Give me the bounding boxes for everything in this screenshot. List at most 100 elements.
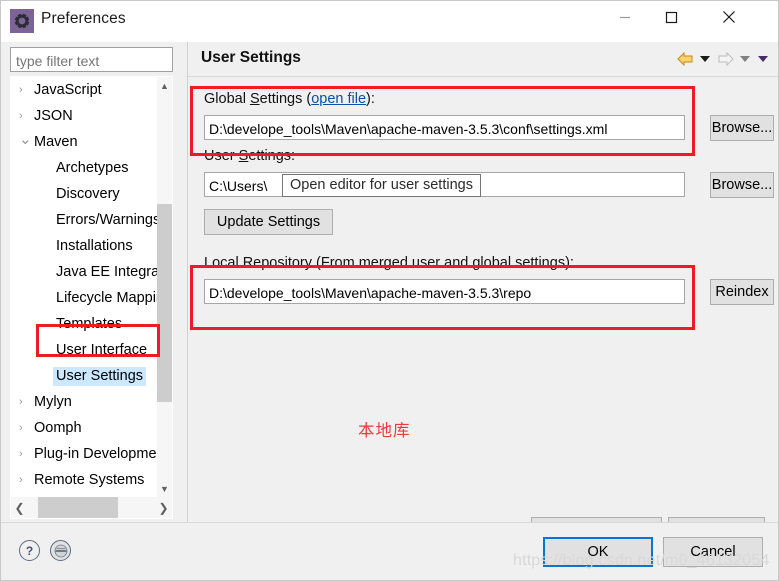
watermark-text: https://blog.csdn.net/m0_46132054	[513, 552, 770, 569]
tree-items-container: › JavaScript › JSON ⌄ Maven Archetypes Discov…	[11, 77, 159, 497]
vertical-scroll-thumb[interactable]	[157, 204, 172, 402]
sidebar-item-label: User Settings	[53, 366, 147, 386]
chevron-down-icon	[700, 55, 710, 62]
global-settings-label: Global Settings (open file):	[204, 91, 375, 107]
update-settings-button[interactable]: Update Settings	[204, 209, 333, 235]
sidebar-item-remote-systems[interactable]: › Remote Systems	[11, 467, 159, 493]
sidebar-item-mylyn[interactable]: › Mylyn	[11, 389, 159, 415]
view-menu-dropdown[interactable]	[755, 49, 771, 69]
sidebar-item-label: Mylyn	[34, 394, 72, 410]
settings-content: Global Settings (open file): Browse... U…	[188, 78, 778, 544]
global-settings-input[interactable]	[204, 115, 685, 140]
scroll-down-icon[interactable]: ▼	[157, 480, 172, 497]
reindex-button[interactable]: Reindex	[710, 279, 774, 305]
annotation-chinese-note: 本地库	[358, 421, 411, 440]
window-title: Preferences	[41, 10, 126, 27]
sidebar-item-label: Java EE Integration	[56, 264, 159, 280]
shell-icon[interactable]	[50, 540, 71, 561]
chevron-down-icon	[740, 55, 750, 62]
maximize-button[interactable]	[648, 1, 694, 33]
global-settings-browse-button[interactable]: Browse...	[710, 115, 774, 141]
sidebar-item-label: Errors/Warnings	[56, 212, 159, 228]
sidebar-item-label: Discovery	[56, 186, 120, 202]
sidebar-item-templates[interactable]: Templates	[11, 311, 159, 337]
chevron-right-icon[interactable]: ›	[19, 422, 28, 434]
filter-input[interactable]	[10, 47, 173, 72]
close-button[interactable]	[706, 1, 752, 33]
page-title: User Settings	[201, 49, 301, 66]
minimize-icon	[620, 16, 630, 19]
sidebar-item-json[interactable]: › JSON	[11, 103, 159, 129]
forward-history-dropdown[interactable]	[737, 49, 753, 69]
chevron-right-icon[interactable]: ›	[19, 448, 28, 460]
sidebar-item-user-interface[interactable]: User Interface	[11, 337, 159, 363]
sidebar-item-discovery[interactable]: Discovery	[11, 181, 159, 207]
sidebar-item-label: Installations	[56, 238, 133, 254]
scroll-right-icon[interactable]: ❯	[155, 497, 172, 518]
sidebar-item-oomph[interactable]: › Oomph	[11, 415, 159, 441]
sidebar-item-label: Oomph	[34, 420, 82, 436]
dialog-footer: ? OK Cancel	[1, 522, 778, 580]
sidebar-item-user-settings[interactable]: User Settings	[11, 363, 159, 389]
sidebar-item-maven[interactable]: ⌄ Maven	[11, 129, 159, 155]
local-repository-label: Local Repository (From merged user and g…	[204, 255, 574, 271]
chevron-down-icon	[758, 55, 768, 62]
user-settings-tooltip: Open editor for user settings	[282, 174, 481, 197]
user-settings-label-prefix: User	[204, 148, 239, 164]
gear-icon	[10, 9, 34, 33]
back-history-dropdown[interactable]	[697, 49, 713, 69]
scroll-left-icon[interactable]: ❮	[11, 497, 28, 518]
sidebar: ›JavaScript›JSON⌄Maven Archetypes Discov…	[1, 42, 186, 522]
pane-header: User Settings	[188, 42, 778, 77]
chevron-right-icon[interactable]: ›	[19, 84, 28, 96]
sidebar-item-errors-warnings[interactable]: Errors/Warnings	[11, 207, 159, 233]
tree-horizontal-scrollbar[interactable]: ❮ ❯	[11, 497, 172, 518]
local-repository-input[interactable]	[204, 279, 685, 304]
sidebar-item-installations[interactable]: Installations	[11, 233, 159, 259]
maximize-icon	[665, 11, 677, 23]
preferences-dialog: Preferences ›JavaScript›JSON⌄Maven Arche…	[0, 0, 779, 581]
user-settings-label-suffix: ettings:	[248, 148, 296, 164]
sidebar-item-label: Archetypes	[56, 160, 129, 176]
user-settings-label-accel: S	[238, 148, 249, 164]
close-icon	[723, 11, 735, 23]
sidebar-item-javascript[interactable]: › JavaScript	[11, 77, 159, 103]
sidebar-item-label: Lifecycle Mappings	[56, 290, 159, 306]
open-file-link[interactable]: open file	[311, 91, 366, 107]
global-settings-label-prefix: Global	[204, 91, 250, 107]
global-settings-label-mid: ettings (	[259, 91, 312, 107]
horizontal-scroll-thumb[interactable]	[38, 497, 118, 518]
chevron-right-icon[interactable]: ›	[19, 396, 28, 408]
sidebar-item-label: Plug-in Development	[34, 446, 159, 462]
minimize-button[interactable]	[602, 1, 648, 33]
user-settings-browse-button[interactable]: Browse...	[710, 172, 774, 198]
sidebar-item-label: User Interface	[56, 342, 148, 358]
sidebar-item-label: JavaScript	[34, 82, 102, 98]
sidebar-item-java-ee-integration[interactable]: Java EE Integration	[11, 259, 159, 285]
sidebar-item-plug-in-development[interactable]: › Plug-in Development	[11, 441, 159, 467]
global-settings-label-accel: S	[249, 91, 260, 107]
sidebar-item-label: Maven	[34, 134, 78, 150]
help-icon[interactable]: ?	[19, 540, 40, 561]
forward-arrow-icon[interactable]	[715, 49, 735, 69]
back-arrow-icon[interactable]	[675, 49, 695, 69]
chevron-right-icon[interactable]: ›	[19, 110, 28, 122]
chevron-down-icon[interactable]: ⌄	[19, 132, 32, 147]
tree-vertical-scrollbar[interactable]: ▲ ▼	[157, 77, 172, 497]
sidebar-item-archetypes[interactable]: Archetypes	[11, 155, 159, 181]
user-settings-label: User Settings:	[204, 148, 295, 164]
scroll-up-icon[interactable]: ▲	[157, 77, 172, 94]
back-arrow-svg	[676, 52, 692, 66]
chevron-right-icon[interactable]: ›	[19, 474, 28, 486]
sidebar-item-lifecycle-mappings[interactable]: Lifecycle Mappings	[11, 285, 159, 311]
sidebar-item-label: Remote Systems	[34, 472, 145, 488]
gear-icon-svg	[13, 12, 31, 30]
